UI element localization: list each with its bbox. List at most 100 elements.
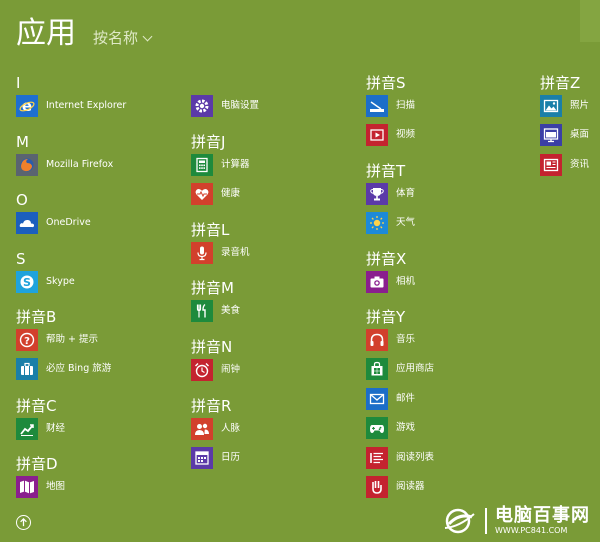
app-tile[interactable]: 扫描 (366, 95, 415, 117)
app-tile[interactable]: 桌面 (540, 124, 589, 146)
news-icon (540, 154, 562, 176)
app-tile[interactable]: 邮件 (366, 388, 415, 410)
app-label: 人脉 (221, 423, 241, 434)
app-tile[interactable]: 人脉 (191, 418, 240, 440)
app-tile[interactable]: 美食 (191, 300, 240, 322)
group-header[interactable]: 拼音R (191, 397, 231, 415)
group-header[interactable]: 拼音T (366, 162, 405, 180)
app-label: 美食 (221, 305, 241, 316)
app-label: 健康 (221, 188, 241, 199)
svg-text:?: ? (24, 336, 30, 347)
group-header[interactable]: 拼音J (191, 133, 225, 151)
group-header[interactable]: 拼音B (16, 308, 56, 326)
scanner-icon (366, 95, 388, 117)
app-tile[interactable]: ? 帮助 + 提示 (16, 329, 98, 351)
desktop-icon (540, 124, 562, 146)
app-tile[interactable]: 体育 (366, 183, 415, 205)
group-header[interactable]: 拼音Z (540, 74, 580, 92)
app-label: 帮助 + 提示 (46, 334, 98, 345)
group-header[interactable]: S (16, 250, 26, 268)
app-label: 电脑设置 (221, 100, 260, 111)
app-label: 相机 (396, 276, 416, 287)
group-header[interactable]: M (16, 133, 29, 151)
app-tile[interactable]: 应用商店 (366, 358, 434, 380)
scroll-up-button[interactable] (16, 515, 31, 530)
app-tile[interactable]: 音乐 (366, 329, 415, 351)
svg-text:S: S (23, 276, 31, 289)
page-title: 应用 (16, 16, 76, 51)
app-label: Skype (46, 276, 75, 287)
group-header[interactable]: 拼音L (191, 221, 229, 239)
app-tile[interactable]: 资讯 (540, 154, 589, 176)
watermark: 电脑百事网 WWW.PC841.COM (441, 506, 590, 536)
app-label: 日历 (221, 452, 241, 463)
group-header[interactable]: 拼音D (16, 455, 58, 473)
app-tile[interactable]: Mozilla Firefox (16, 154, 113, 176)
app-tile[interactable]: 视频 (366, 124, 415, 146)
app-tile[interactable]: OneDrive (16, 212, 91, 234)
app-label: 计算器 (221, 159, 250, 170)
corner-strip (580, 0, 600, 42)
app-tile[interactable]: 相机 (366, 271, 415, 293)
gamepad-icon (366, 417, 388, 439)
camera-icon (366, 271, 388, 293)
ie-icon: e (16, 95, 38, 117)
group-header[interactable]: 拼音X (366, 250, 406, 268)
app-tile[interactable]: 日历 (191, 447, 240, 469)
app-label: 应用商店 (396, 363, 435, 374)
app-tile[interactable]: 电脑设置 (191, 95, 259, 117)
app-label: OneDrive (46, 217, 91, 228)
sort-dropdown[interactable]: 按名称 (93, 28, 153, 48)
group-header[interactable]: 拼音N (191, 338, 232, 356)
trophy-icon (366, 183, 388, 205)
app-label: 体育 (396, 188, 416, 199)
app-tile[interactable]: 游戏 (366, 417, 415, 439)
app-label: 天气 (396, 217, 416, 228)
video-icon (366, 124, 388, 146)
group-header[interactable]: 拼音Y (366, 308, 405, 326)
app-tile[interactable]: 健康 (191, 183, 240, 205)
group-header[interactable]: O (16, 191, 28, 209)
arrow-up-icon (20, 518, 27, 527)
suitcase-icon (16, 358, 38, 380)
app-label: 资讯 (570, 159, 590, 170)
people-icon (191, 418, 213, 440)
group-header[interactable]: I (16, 74, 20, 92)
app-tile[interactable]: 计算器 (191, 154, 250, 176)
reading-list-icon (366, 447, 388, 469)
group-header[interactable]: 拼音C (16, 397, 56, 415)
food-icon (191, 300, 213, 322)
app-tile[interactable]: e Internet Explorer (16, 95, 126, 117)
app-label: 必应 Bing 旅游 (46, 363, 112, 374)
firefox-icon (16, 154, 38, 176)
app-tile[interactable]: 阅读列表 (366, 447, 434, 469)
app-tile[interactable]: 照片 (540, 95, 589, 117)
gear-icon (191, 95, 213, 117)
app-tile[interactable]: 录音机 (191, 242, 250, 264)
app-label: Internet Explorer (46, 100, 127, 111)
app-tile[interactable]: 闹钟 (191, 359, 240, 381)
alarm-icon (191, 359, 213, 381)
app-tile[interactable]: 阅读器 (366, 476, 425, 498)
app-label: 录音机 (221, 247, 250, 258)
svg-text:e: e (22, 98, 32, 114)
help-icon: ? (16, 329, 38, 351)
app-tile[interactable]: 必应 Bing 旅游 (16, 358, 111, 380)
microphone-icon (191, 242, 213, 264)
app-label: 邮件 (396, 393, 416, 404)
photos-icon (540, 95, 562, 117)
app-label: 阅读器 (396, 481, 425, 492)
map-icon (16, 476, 38, 498)
calendar-icon (191, 447, 213, 469)
skype-icon: S (16, 271, 38, 293)
app-tile[interactable]: 天气 (366, 212, 415, 234)
group-header[interactable]: 拼音S (366, 74, 406, 92)
app-label: 照片 (570, 100, 590, 111)
app-tile[interactable]: 地图 (16, 476, 65, 498)
app-tile[interactable]: 财经 (16, 418, 65, 440)
calculator-icon (191, 154, 213, 176)
onedrive-icon (16, 212, 38, 234)
group-header[interactable]: 拼音M (191, 279, 234, 297)
app-tile[interactable]: S Skype (16, 271, 75, 293)
app-label: 扫描 (396, 100, 416, 111)
